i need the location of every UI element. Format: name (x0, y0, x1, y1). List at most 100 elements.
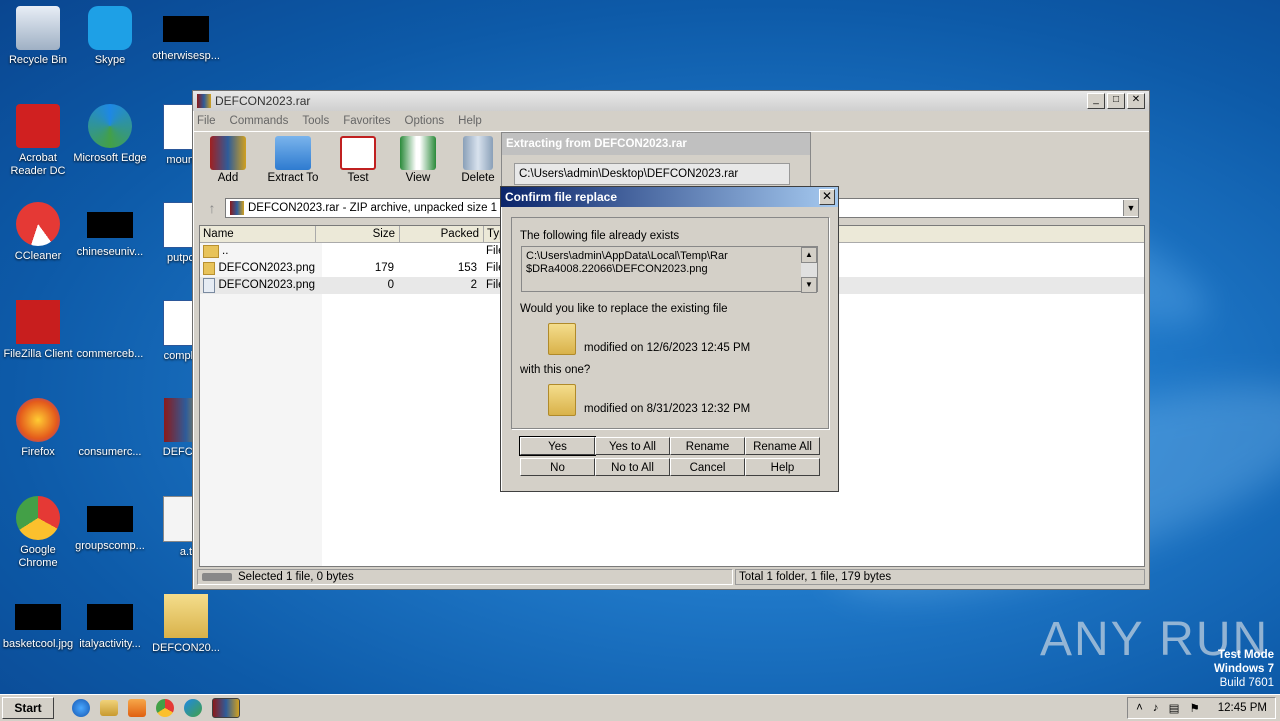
desktop-icon[interactable]: chineseuniv... (72, 202, 148, 259)
firefox-icon (16, 398, 60, 442)
confirm-replace-dialog: Confirm file replace ✕ The following fil… (500, 186, 839, 492)
desktop-icon-label: Google Chrome (18, 544, 58, 569)
column-size[interactable]: Size (316, 226, 400, 242)
menu-tools[interactable]: Tools (302, 115, 329, 127)
desktop-icon[interactable]: consumerc... (72, 398, 148, 459)
extracting-dialog: Extracting from DEFCON2023.rar C:\Users\… (501, 132, 811, 192)
volume-icon[interactable]: ♪ (1153, 702, 1159, 714)
file-icon (87, 604, 133, 630)
desktop-icon[interactable]: Microsoft Edge (72, 104, 148, 165)
window-title: DEFCON2023.rar (215, 94, 311, 108)
rename-all-button[interactable]: Rename All (745, 437, 820, 455)
extracting-path: C:\Users\admin\Desktop\DEFCON2023.rar (514, 163, 790, 185)
file-icon (87, 212, 133, 238)
winrar-taskbar-icon[interactable] (212, 698, 240, 718)
chevron-down-icon[interactable]: ▼ (1123, 200, 1138, 216)
existing-modified: modified on 12/6/2023 12:45 PM (584, 342, 751, 354)
desktop-icon-label: Recycle Bin (8, 54, 68, 66)
winrar-icon (197, 94, 211, 108)
desktop-icon[interactable]: Skype (72, 6, 148, 67)
menu-help[interactable]: Help (458, 115, 482, 127)
clock[interactable]: 12:45 PM (1218, 702, 1267, 714)
media-player-icon[interactable] (128, 699, 146, 717)
column-packed[interactable]: Packed (400, 226, 484, 242)
desktop-icon[interactable]: Firefox (0, 398, 76, 459)
maximize-button[interactable]: □ (1107, 93, 1125, 109)
status-bar: Selected 1 file, 0 bytes Total 1 folder,… (197, 569, 1145, 585)
add-button[interactable]: Add (203, 132, 253, 184)
with-label: with this one? (520, 364, 591, 376)
image-icon (15, 604, 61, 630)
folder-icon (203, 262, 216, 275)
desktop-icon-label: groupscomp... (75, 540, 145, 552)
no-to-all-button[interactable]: No to All (595, 458, 670, 476)
dialog-titlebar[interactable]: Confirm file replace ✕ (501, 187, 838, 207)
path-scrollbar[interactable]: ▲ ▼ (801, 247, 817, 293)
desktop-icon[interactable]: commerceb... (72, 300, 148, 361)
ccleaner-icon (16, 202, 60, 246)
cancel-button[interactable]: Cancel (670, 458, 745, 476)
desktop-icon[interactable]: basketcool.jpg (0, 594, 76, 651)
yes-button[interactable]: Yes (519, 436, 596, 456)
desktop-icon-label: Microsoft Edge (73, 152, 147, 164)
folder-icon (548, 384, 576, 416)
desktop-icon[interactable]: Google Chrome (0, 496, 76, 570)
file-icon (87, 506, 133, 532)
menu-file[interactable]: File (197, 115, 216, 127)
delete-button[interactable]: Delete (453, 132, 503, 184)
exists-label: The following file already exists (520, 230, 680, 242)
test-button[interactable]: Test (333, 132, 383, 184)
explorer-icon[interactable] (100, 700, 118, 716)
desktop-icon[interactable]: italyactivity... (72, 594, 148, 651)
extract-to-icon (275, 136, 311, 170)
extract-to-button[interactable]: Extract To (263, 132, 323, 184)
scroll-up-icon[interactable]: ▲ (801, 247, 817, 263)
close-button[interactable]: ✕ (1127, 93, 1145, 109)
chevron-up-icon[interactable]: ˄ (1136, 702, 1143, 714)
taskbar: Start ˄ ♪ ▤ ⚑ 12:45 PM (0, 694, 1280, 721)
menu-favorites[interactable]: Favorites (343, 115, 390, 127)
filezilla-icon (16, 300, 60, 344)
view-icon (400, 136, 436, 170)
chrome-icon[interactable] (156, 699, 174, 717)
no-button[interactable]: No (520, 458, 595, 476)
view-button[interactable]: View (393, 132, 443, 184)
desktop-icon[interactable]: groupscomp... (72, 496, 148, 553)
start-button[interactable]: Start (2, 697, 54, 719)
desktop-icon[interactable]: otherwisesp... (148, 6, 224, 63)
help-button[interactable]: Help (745, 458, 820, 476)
test-mode-text: Test Mode Windows 7 Build 7601 (1214, 649, 1274, 689)
up-arrow-icon[interactable]: ↑ (199, 200, 225, 216)
menu-options[interactable]: Options (405, 115, 445, 127)
flag-icon[interactable]: ⚑ (1189, 701, 1199, 715)
desktop-icon[interactable]: FileZilla Client (0, 300, 76, 361)
folder-icon (164, 594, 208, 638)
desktop-icon[interactable]: CCleaner (0, 202, 76, 263)
minimize-button[interactable]: _ (1087, 93, 1105, 109)
yes-to-all-button[interactable]: Yes to All (595, 437, 670, 455)
edge-icon[interactable] (184, 699, 202, 717)
desktop-icon[interactable]: Recycle Bin (0, 6, 76, 67)
desktop-icon-label: Skype (94, 54, 126, 66)
test-icon (340, 136, 376, 170)
desktop-icon[interactable]: DEFCON20... (148, 594, 224, 655)
rename-button[interactable]: Rename (670, 437, 745, 455)
desktop-icon-label: commerceb... (76, 348, 144, 360)
recycle-bin-icon (16, 6, 60, 50)
network-icon[interactable]: ▤ (1169, 701, 1180, 715)
scroll-down-icon[interactable]: ▼ (801, 277, 817, 293)
archive-icon (230, 201, 244, 215)
system-tray: ˄ ♪ ▤ ⚑ 12:45 PM (1127, 697, 1276, 719)
desktop-icon-label: chineseuniv... (76, 246, 144, 258)
drive-icon (202, 573, 232, 581)
menu-commands[interactable]: Commands (230, 115, 289, 127)
desktop-icon-label: italyactivity... (79, 638, 141, 650)
dialog-title: Confirm file replace (505, 190, 618, 204)
menu-bar: File Commands Tools Favorites Options He… (193, 111, 1149, 131)
desktop-icon[interactable]: Acrobat Reader DC (0, 104, 76, 178)
window-titlebar[interactable]: DEFCON2023.rar _ □ ✕ (193, 91, 1149, 111)
new-modified: modified on 8/31/2023 12:32 PM (584, 403, 751, 415)
close-icon[interactable]: ✕ (819, 189, 835, 205)
column-name[interactable]: Name (200, 226, 316, 242)
ie-icon[interactable] (72, 699, 90, 717)
